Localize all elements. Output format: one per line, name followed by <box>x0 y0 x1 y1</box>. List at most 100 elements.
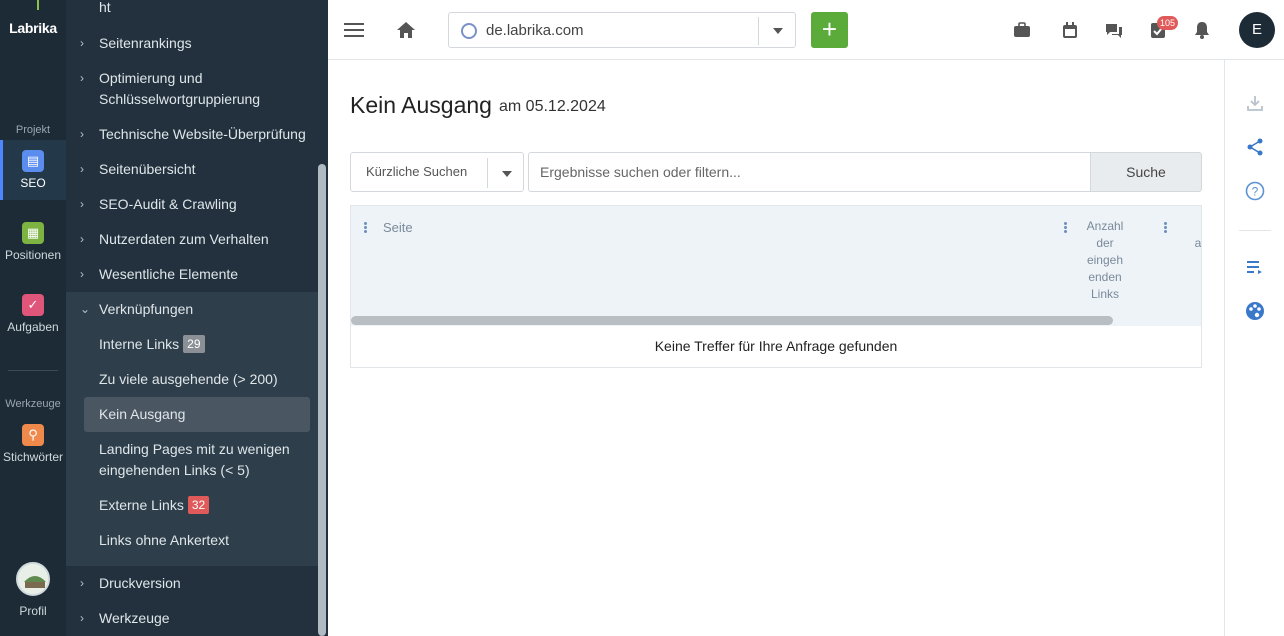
sidebar-subitem-label: Landing Pages mit zu wenigen eingehenden… <box>99 441 290 478</box>
sidebar-item-page-overview[interactable]: › Seitenübersicht <box>66 159 318 180</box>
profile-picture-icon <box>18 564 48 594</box>
sidebar-item-seo-audit[interactable]: › SEO-Audit & Crawling <box>66 194 318 215</box>
sidebar-subitem-no-outgoing[interactable]: Kein Ausgang <box>84 397 310 432</box>
clipboard-icon: ▤ <box>22 150 44 172</box>
sidebar-item-label: Wesentliche Elemente <box>99 266 239 282</box>
sidebar-subitem-too-many-outgoing[interactable]: Zu viele ausgehende (> 200) <box>84 369 310 390</box>
chevron-right-icon: › <box>80 71 84 85</box>
sidebar-subitem-landing-pages[interactable]: Landing Pages mit zu wenigen eingehenden… <box>84 439 299 481</box>
sidebar-item-user-data[interactable]: › Nutzerdaten zum Verhalten <box>66 229 318 250</box>
column-header-page[interactable]: Seite <box>383 219 413 236</box>
domain-select-value: de.labrika.com <box>486 22 584 39</box>
sidebar-subitem-internal-links[interactable]: Interne Links 29 <box>84 334 310 355</box>
chevron-right-icon: › <box>80 127 84 141</box>
sidebar-item-page-rankings[interactable]: › Seitenrankings <box>66 33 318 54</box>
sidebar-item-essential-elements[interactable]: › Wesentliche Elemente <box>66 264 318 285</box>
bell-icon[interactable] <box>1190 18 1214 42</box>
domain-select[interactable]: de.labrika.com <box>448 12 796 48</box>
sidebar-item-links[interactable]: ⌄ Verknüpfungen <box>66 299 318 320</box>
logo-mark <box>37 0 39 10</box>
column-menu-icon[interactable] <box>1064 222 1068 236</box>
chevron-right-icon: › <box>80 232 84 246</box>
chevron-right-icon: › <box>80 197 84 211</box>
sidebar-item-label: Optimierung und Schlüsselwortgruppierung <box>99 70 261 107</box>
chat-icon[interactable] <box>1102 18 1126 42</box>
tasks-count-badge: 105 <box>1157 16 1179 30</box>
user-avatar[interactable]: E <box>1239 12 1275 48</box>
rail-item-label: SEO <box>20 176 46 190</box>
rail-item-seo[interactable]: ▤ SEO <box>0 140 66 200</box>
section-label-project: Projekt <box>15 124 51 136</box>
chart-icon: ▦ <box>22 222 44 244</box>
column-header-cut[interactable]: a <box>1188 235 1201 252</box>
sidebar-scrollbar-thumb[interactable] <box>318 164 326 636</box>
sidebar-item-tools[interactable]: › Werkzeuge <box>66 608 318 629</box>
chevron-right-icon: › <box>80 267 84 281</box>
recent-search-select[interactable]: Kürzliche Suchen <box>350 152 524 192</box>
list-icon[interactable] <box>1243 255 1267 279</box>
sidebar-subitem-label: Externe Links <box>99 497 184 513</box>
sidebar-item-cut[interactable]: ht <box>66 0 318 18</box>
rail-item-label: Aufgaben <box>7 320 59 334</box>
sidebar-subitem-external-links[interactable]: Externe Links 32 <box>84 495 310 516</box>
chevron-down-icon[interactable] <box>773 28 783 34</box>
empty-state-message: Keine Treffer für Ihre Anfrage gefunden <box>654 338 898 354</box>
rail-divider <box>8 370 58 371</box>
rail-item-keywords[interactable]: ⚲ Stichwörter <box>0 414 66 474</box>
domain-select-divider <box>758 17 759 45</box>
search-button[interactable]: Suche <box>1090 152 1202 192</box>
results-table: Seite Anzahl der eingeh enden Links a Ke… <box>350 205 1202 368</box>
sidebar-item-label: Druckversion <box>99 575 181 591</box>
sidebar-item-label: Seitenrankings <box>99 35 192 51</box>
table-header: Seite Anzahl der eingeh enden Links a <box>351 206 1201 326</box>
sidebar-item-label: Werkzeuge <box>99 610 170 626</box>
page-title: Kein Ausgang <box>350 92 492 118</box>
rail-item-positions[interactable]: ▦ Positionen <box>0 212 66 272</box>
recent-search-label: Kürzliche Suchen <box>366 164 468 179</box>
count-badge: 32 <box>187 496 210 514</box>
sidebar-subitem-label: Interne Links <box>99 336 180 352</box>
chevron-down-icon: ⌄ <box>80 302 91 316</box>
sidebar-item-technical-check[interactable]: › Technische Website-Überprüfung <box>66 124 318 145</box>
sidebar-item-label: Technische Website-Überprüfung <box>99 126 306 142</box>
app-rail: Labrika Projekt ▤ SEO ▦ Positionen ✓ Auf… <box>0 0 66 636</box>
toolbar-divider <box>1239 230 1271 231</box>
sidebar-subitem-label: Kein Ausgang <box>99 406 186 422</box>
home-icon[interactable] <box>394 18 418 42</box>
sidebar-item-optimization[interactable]: › Optimierung und Schlüsselwortgruppieru… <box>66 68 276 110</box>
calendar-icon[interactable] <box>1058 18 1082 42</box>
sidebar-subitem-label: Links ohne Ankertext <box>99 532 229 548</box>
key-icon: ⚲ <box>22 424 44 446</box>
profile-avatar <box>16 562 50 596</box>
download-icon[interactable] <box>1243 91 1267 115</box>
horizontal-scrollbar-thumb[interactable] <box>351 316 1113 325</box>
sidebar-subitem-links-without-anchor[interactable]: Links ohne Ankertext <box>84 530 310 551</box>
count-badge: 29 <box>183 335 205 353</box>
palette-icon[interactable] <box>1243 299 1267 323</box>
column-menu-icon[interactable] <box>364 222 368 236</box>
globe-icon <box>461 23 477 39</box>
briefcase-icon[interactable] <box>1010 18 1034 42</box>
rail-item-profile[interactable]: Profil <box>0 562 66 622</box>
chevron-right-icon: › <box>80 36 84 50</box>
add-button[interactable]: + <box>811 12 848 48</box>
column-menu-icon[interactable] <box>1164 222 1168 236</box>
page-date: am 05.12.2024 <box>499 98 606 115</box>
menu-icon[interactable] <box>342 18 366 42</box>
sidebar-item-label: Seitenübersicht <box>99 161 196 177</box>
share-icon[interactable] <box>1243 135 1267 159</box>
rail-item-tasks[interactable]: ✓ Aufgaben <box>0 284 66 344</box>
section-label-tools: Werkzeuge <box>5 398 61 410</box>
svg-text:?: ? <box>1252 185 1259 199</box>
app-logo[interactable]: Labrika <box>0 20 66 36</box>
top-bar: de.labrika.com + 105 E <box>328 0 1284 60</box>
chevron-right-icon: › <box>80 576 84 590</box>
sidebar-item-label: Nutzerdaten zum Verhalten <box>99 231 269 247</box>
column-header-incoming-links[interactable]: Anzahl der eingeh enden Links <box>1080 218 1130 303</box>
search-input[interactable] <box>528 152 1091 192</box>
chevron-down-icon[interactable] <box>502 171 512 177</box>
check-icon: ✓ <box>22 294 44 316</box>
chevron-right-icon: › <box>80 162 84 176</box>
help-icon[interactable]: ? <box>1243 179 1267 203</box>
sidebar-item-print-version[interactable]: › Druckversion <box>66 573 318 594</box>
